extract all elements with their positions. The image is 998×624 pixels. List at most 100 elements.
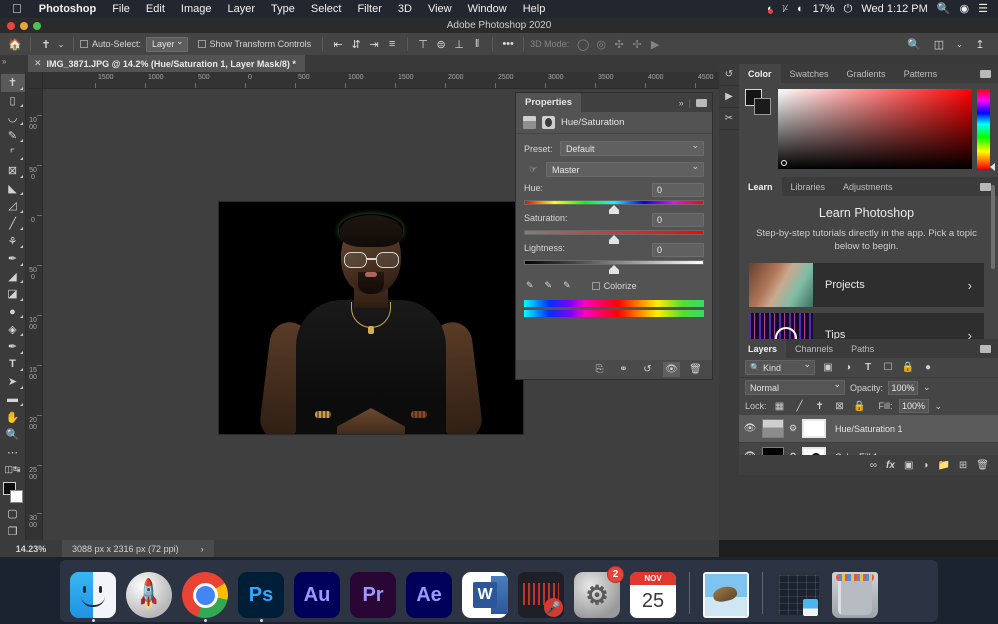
color-swatches[interactable]	[1, 481, 25, 505]
zoom-level-field[interactable]: 14.23%	[0, 544, 62, 554]
lock-artboard-nesting-icon[interactable]: ⊠	[833, 401, 847, 412]
opacity-value-field[interactable]: 100%	[888, 381, 918, 395]
siri-icon[interactable]: ◉	[960, 0, 970, 18]
lock-position-icon[interactable]: ✝	[813, 401, 827, 412]
menu-photoshop[interactable]: Photoshop	[31, 0, 104, 18]
menu-file[interactable]: File	[104, 0, 138, 18]
lightness-slider-track[interactable]	[524, 260, 704, 265]
dock-item-calendar[interactable]: NOV 25	[628, 568, 678, 618]
move-tool[interactable]: ✝	[1, 74, 25, 92]
learn-card-tips[interactable]: Tips ›	[749, 313, 984, 339]
bluetooth-icon[interactable]: ᜩ	[782, 0, 788, 18]
align-right-edges-icon[interactable]: ⇥	[365, 35, 383, 53]
lightness-value-field[interactable]: 0	[652, 243, 704, 257]
panel-menu-icon[interactable]	[980, 64, 998, 83]
dock-item-mail[interactable]	[701, 568, 751, 618]
dock-item-trash[interactable]	[830, 568, 880, 618]
expand-panels-icon[interactable]: »	[2, 57, 6, 66]
distribute-vertical-centers-icon[interactable]: ⊜	[432, 35, 450, 53]
saturation-slider-track[interactable]	[524, 230, 704, 235]
dock-item-audacity[interactable]: 🎤	[516, 568, 566, 618]
tab-color[interactable]: Color	[739, 64, 781, 83]
color-field[interactable]	[778, 89, 972, 169]
home-icon[interactable]: 🏠	[6, 35, 24, 53]
panel-menu-icon[interactable]	[980, 339, 998, 358]
close-window-button[interactable]	[7, 22, 15, 30]
dock-item-premiere-pro[interactable]: Pr	[348, 568, 398, 618]
eye-icon[interactable]: 👁	[743, 423, 757, 434]
finder-icon[interactable]	[70, 572, 116, 618]
blend-mode-dropdown[interactable]: Normal	[745, 380, 845, 395]
tab-gradients[interactable]: Gradients	[838, 64, 895, 83]
dock-item-finder[interactable]	[68, 568, 118, 618]
object-selection-tool[interactable]: ✎	[1, 127, 25, 145]
eyedropper-tool[interactable]: ◣	[1, 180, 25, 198]
tab-paths[interactable]: Paths	[842, 339, 883, 358]
background-color-swatch[interactable]	[10, 490, 23, 503]
eyedropper-add-icon[interactable]: ✎	[545, 280, 553, 291]
lasso-tool[interactable]: ◡	[1, 109, 25, 127]
move-tool-icon[interactable]: ✝	[37, 35, 55, 53]
distribute-left-edges-icon[interactable]: ‖	[468, 35, 486, 53]
link-layers-icon[interactable]: ∞	[870, 460, 877, 471]
chevron-down-icon[interactable]: ⌄	[935, 401, 943, 412]
hue-strip-marker[interactable]	[990, 163, 995, 171]
chevron-right-icon[interactable]: ›	[968, 278, 972, 293]
calendar-icon[interactable]: NOV 25	[630, 572, 676, 618]
double-chevron-right-icon[interactable]: »	[679, 98, 684, 108]
document-info[interactable]: 3088 px x 2316 px (72 ppi) ›	[62, 540, 214, 557]
premiere-icon[interactable]: Pr	[350, 572, 396, 618]
chevron-down-icon[interactable]: ⌄	[923, 382, 931, 393]
chevron-right-icon[interactable]: ›	[201, 544, 204, 554]
link-icon[interactable]: ⚙	[789, 423, 797, 434]
lock-transparent-pixels-icon[interactable]: ▦	[773, 401, 787, 412]
history-brush-tool[interactable]: ✒	[1, 250, 25, 268]
dock-item-google-chrome[interactable]	[180, 568, 230, 618]
align-top-edges-icon[interactable]: ≡	[383, 35, 401, 53]
battery-charging-icon[interactable]: ⏻	[844, 0, 853, 18]
dodge-tool[interactable]: ◈	[1, 320, 25, 338]
layer-thumbnail[interactable]	[762, 419, 784, 438]
eraser-tool[interactable]: ◢	[1, 268, 25, 286]
path-selection-tool[interactable]: ➤	[1, 373, 25, 391]
tab-patterns[interactable]: Patterns	[895, 64, 947, 83]
zoom-window-button[interactable]	[33, 22, 41, 30]
rectangular-marquee-tool[interactable]: ▯	[1, 92, 25, 110]
more-options-icon[interactable]: •••	[499, 35, 517, 53]
swap-colors-icon[interactable]: ◫↹	[1, 461, 25, 479]
eyedropper-subtract-icon[interactable]: ✎	[563, 280, 571, 291]
hue-slider-track[interactable]	[524, 200, 704, 205]
learn-panel-scrollbar[interactable]	[991, 185, 995, 269]
clip-to-layer-icon[interactable]: ⎘	[591, 362, 608, 377]
tab-properties[interactable]: Properties	[516, 93, 581, 112]
brush-tool[interactable]: ╱	[1, 215, 25, 233]
menu-type[interactable]: Type	[263, 0, 303, 18]
menu-select[interactable]: Select	[303, 0, 350, 18]
after-effects-icon[interactable]: Ae	[406, 572, 452, 618]
menu-3d[interactable]: 3D	[390, 0, 420, 18]
chrome-icon[interactable]	[182, 572, 228, 618]
vertical-ruler[interactable]: 1000 500 0 500 1000 1500 2000 2500 3000	[26, 89, 43, 540]
wifi-icon[interactable]: ◐	[797, 0, 804, 18]
align-left-edges-icon[interactable]: ⇤	[329, 35, 347, 53]
layer-mask-thumbnail[interactable]	[802, 419, 826, 438]
crop-tool[interactable]: ⌜	[1, 144, 25, 162]
learn-card-projects[interactable]: Projects ›	[749, 263, 984, 307]
panel-menu-icon[interactable]	[980, 177, 998, 196]
distribute-bottom-edges-icon[interactable]: ⊥	[450, 35, 468, 53]
hue-value-field[interactable]: 0	[652, 183, 704, 197]
new-group-icon[interactable]: 📁	[937, 460, 949, 471]
on-image-adjust-icon[interactable]: ☞	[524, 164, 542, 175]
word-icon[interactable]: W	[462, 572, 508, 618]
fill-value-field[interactable]: 100%	[899, 399, 929, 413]
layer-filter-kind-dropdown[interactable]: 🔍 Kind	[745, 360, 815, 375]
menu-help[interactable]: Help	[515, 0, 554, 18]
type-tool[interactable]: T	[1, 356, 25, 374]
hue-strip[interactable]	[977, 89, 990, 169]
filter-adjustment-icon[interactable]: ◑	[841, 362, 855, 373]
actions-icon[interactable]: ▶	[719, 86, 739, 108]
search-icon[interactable]: 🔍	[937, 0, 951, 18]
menu-filter[interactable]: Filter	[349, 0, 389, 18]
control-center-icon[interactable]: ☰	[978, 0, 988, 18]
show-transform-controls-checkbox[interactable]	[198, 40, 206, 48]
